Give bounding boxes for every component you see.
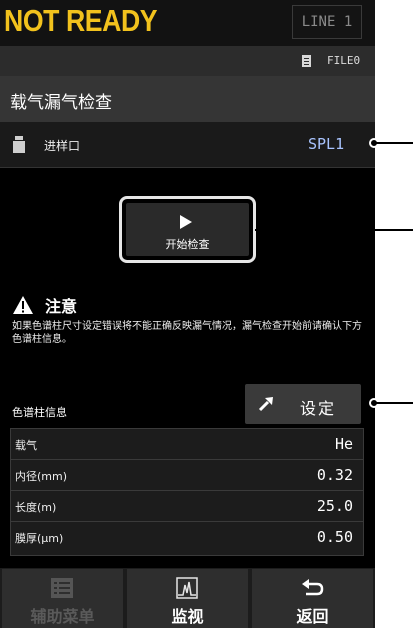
warning-triangle-icon [13, 296, 33, 314]
assist-menu-label: 辅助菜单 [30, 607, 95, 626]
back-label: 返回 [296, 607, 329, 626]
column-row-value: 0.32 [316, 466, 353, 484]
file-bar: FILE0 [0, 46, 375, 76]
return-arrow-icon [302, 579, 324, 596]
column-row-label: 长度(m) [15, 501, 57, 514]
column-row-value: 0.50 [316, 528, 353, 546]
callout-line [375, 142, 413, 144]
column-info-table: 载气 He 内径(mm) 0.32 长度(m) 25.0 膜厚(μm) 0.50 [10, 428, 364, 556]
settings-button[interactable]: 设定 [245, 384, 361, 424]
warning-title: 注意 [45, 297, 78, 316]
warning-message: 如果色谱柱尺寸设定错误将不能正确反映漏气情况，漏气检查开始前请确认下方色谱柱信息… [12, 321, 362, 345]
bottom-navigation: 辅助菜单 监视 返回 [0, 568, 375, 628]
list-icon [51, 578, 73, 598]
page-title: 载气漏气检查 [10, 93, 112, 113]
column-row-label: 膜厚(μm) [15, 532, 64, 545]
injection-port-value: SPL1 [308, 135, 345, 153]
column-row-label: 内径(mm) [15, 470, 68, 483]
status-text: NOT READY [4, 3, 158, 38]
column-row-label: 载气 [15, 439, 37, 452]
file-list-icon [302, 55, 311, 67]
settings-label: 设定 [300, 399, 337, 418]
instrument-screen: NOT READY LINE 1 FILE0 载气漏气检查 进样口 SPL1 开… [0, 0, 375, 628]
column-row-length: 长度(m) 25.0 [11, 491, 363, 522]
start-check-button[interactable]: 开始检查 [126, 203, 249, 256]
start-check-label: 开始检查 [165, 238, 210, 251]
page-header: 载气漏气检查 [0, 76, 375, 122]
column-row-carrier-gas: 载气 He [11, 429, 363, 460]
column-row-value: 25.0 [316, 497, 353, 515]
injection-port-row[interactable]: 进样口 SPL1 [0, 122, 375, 168]
column-row-value: He [334, 435, 353, 453]
assist-menu-button[interactable]: 辅助菜单 [2, 569, 123, 628]
callout-line [375, 402, 413, 404]
play-icon [180, 215, 192, 229]
arrow-icon [258, 397, 273, 412]
file-label: FILE0 [327, 54, 361, 67]
callout-line [255, 229, 413, 231]
start-check-button-frame: 开始检查 [119, 196, 256, 263]
line-select-button[interactable]: LINE 1 [292, 5, 362, 39]
column-row-inner-diameter: 内径(mm) 0.32 [11, 460, 363, 491]
chromatogram-icon [176, 577, 198, 599]
back-button[interactable]: 返回 [252, 569, 373, 628]
status-bar: NOT READY LINE 1 [0, 0, 375, 46]
injector-icon [13, 136, 25, 153]
column-row-film-thickness: 膜厚(μm) 0.50 [11, 522, 363, 553]
monitor-button[interactable]: 监视 [127, 569, 248, 628]
injection-port-label: 进样口 [44, 139, 81, 153]
monitor-label: 监视 [171, 607, 204, 626]
column-info-title: 色谱柱信息 [12, 406, 67, 419]
